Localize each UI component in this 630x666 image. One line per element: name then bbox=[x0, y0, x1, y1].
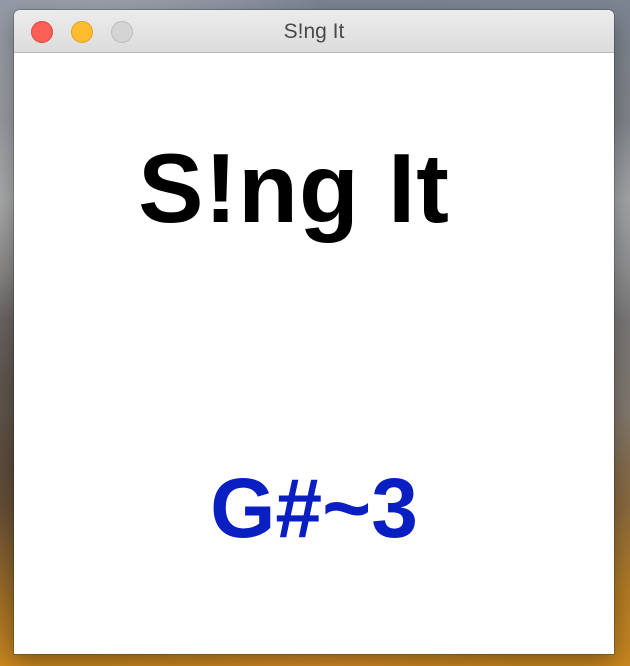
app-heading: S!ng It bbox=[138, 133, 450, 243]
minimize-window-button[interactable] bbox=[71, 21, 93, 43]
window-title: S!ng It bbox=[283, 20, 345, 43]
detected-note-label: G#~3 bbox=[210, 461, 418, 555]
title-bar[interactable]: S!ng It bbox=[14, 10, 614, 53]
app-content: S!ng It G#~3 bbox=[14, 53, 614, 654]
zoom-window-button[interactable] bbox=[111, 21, 133, 43]
close-window-button[interactable] bbox=[31, 21, 53, 43]
app-window: S!ng It S!ng It G#~3 bbox=[14, 10, 614, 654]
